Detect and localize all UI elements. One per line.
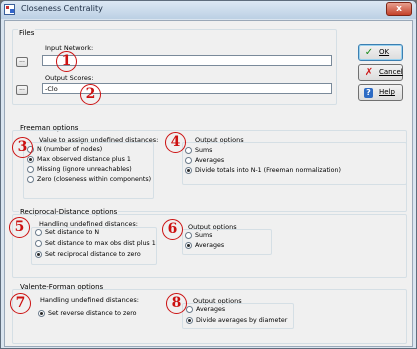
radio-button-selected[interactable] (186, 317, 193, 324)
radio-button-selected[interactable] (185, 242, 192, 249)
annotation-marker-8: 8 (166, 293, 187, 314)
files-group-label: Files (18, 29, 36, 37)
cancel-x-icon: ✗ (364, 67, 374, 78)
ok-button[interactable]: ✓ OK (358, 44, 403, 61)
close-button[interactable]: x (386, 2, 412, 16)
dialog-body: Files Input Network: ... Output Scores: … (4, 20, 413, 347)
radio-button[interactable] (27, 176, 34, 183)
annotation-marker-4: 4 (165, 132, 186, 153)
radio-label: Divide averages by diameter (196, 317, 288, 324)
radio-label: Missing (ignore unreachables) (37, 166, 132, 173)
output-browse-button[interactable]: ... (16, 85, 28, 95)
radio-button[interactable] (186, 306, 193, 313)
cancel-button[interactable]: ✗ Cancel (358, 64, 403, 81)
radio-button-selected[interactable] (38, 310, 45, 317)
radio-button[interactable] (35, 240, 42, 247)
radio-label: Averages (195, 157, 225, 164)
output-scores-label: Output Scores: (45, 74, 94, 82)
annotation-marker-2: 2 (80, 84, 101, 105)
help-button[interactable]: ? Help (358, 84, 403, 101)
input-network-field[interactable] (42, 55, 332, 66)
radio-label: Set distance to N (45, 229, 100, 236)
radio-label: Set distance to max obs dist plus 1 (45, 240, 156, 247)
radio-label: Averages (195, 242, 225, 249)
radio-button[interactable] (27, 166, 34, 173)
input-browse-button[interactable]: ... (16, 57, 28, 67)
annotation-marker-1: 1 (56, 51, 77, 72)
radio-label: Divide totals into N-1 (Freeman normaliz… (195, 167, 341, 174)
radio-button-selected[interactable] (27, 156, 34, 163)
radio-label: N (number of nodes) (37, 146, 103, 153)
help-question-icon: ? (364, 88, 373, 98)
radio-button[interactable] (185, 147, 192, 154)
checkmark-icon: ✓ (364, 47, 374, 58)
radio-button-selected[interactable] (35, 251, 42, 258)
radio-label: Sums (195, 232, 213, 239)
radio-button-selected[interactable] (185, 167, 192, 174)
radio-label: Set reciprocal distance to zero (45, 251, 141, 258)
app-icon (4, 4, 15, 15)
radio-button[interactable] (185, 232, 192, 239)
radio-label: Set reverse distance to zero (48, 310, 137, 317)
annotation-marker-6: 6 (162, 219, 183, 240)
radio-button[interactable] (35, 229, 42, 236)
title-bar[interactable]: Closeness Centrality x (1, 1, 416, 19)
ok-label: OK (379, 48, 390, 56)
radio-button[interactable] (185, 157, 192, 164)
radio-label: Zero (closeness within components) (37, 176, 152, 183)
dialog-window: Closeness Centrality x Files Input Netwo… (0, 0, 417, 349)
radio-label: Averages (196, 306, 226, 313)
radio-label: Sums (195, 147, 213, 154)
annotation-marker-7: 7 (10, 293, 31, 314)
radio-label: Max observed distance plus 1 (37, 156, 131, 163)
help-label: Help (379, 88, 395, 96)
valente-undef-label: Handling undefined distances: (40, 296, 139, 304)
annotation-marker-3: 3 (12, 137, 33, 158)
cancel-label: Cancel (379, 68, 403, 76)
window-title: Closeness Centrality (21, 4, 103, 13)
annotation-marker-5: 5 (9, 217, 30, 238)
